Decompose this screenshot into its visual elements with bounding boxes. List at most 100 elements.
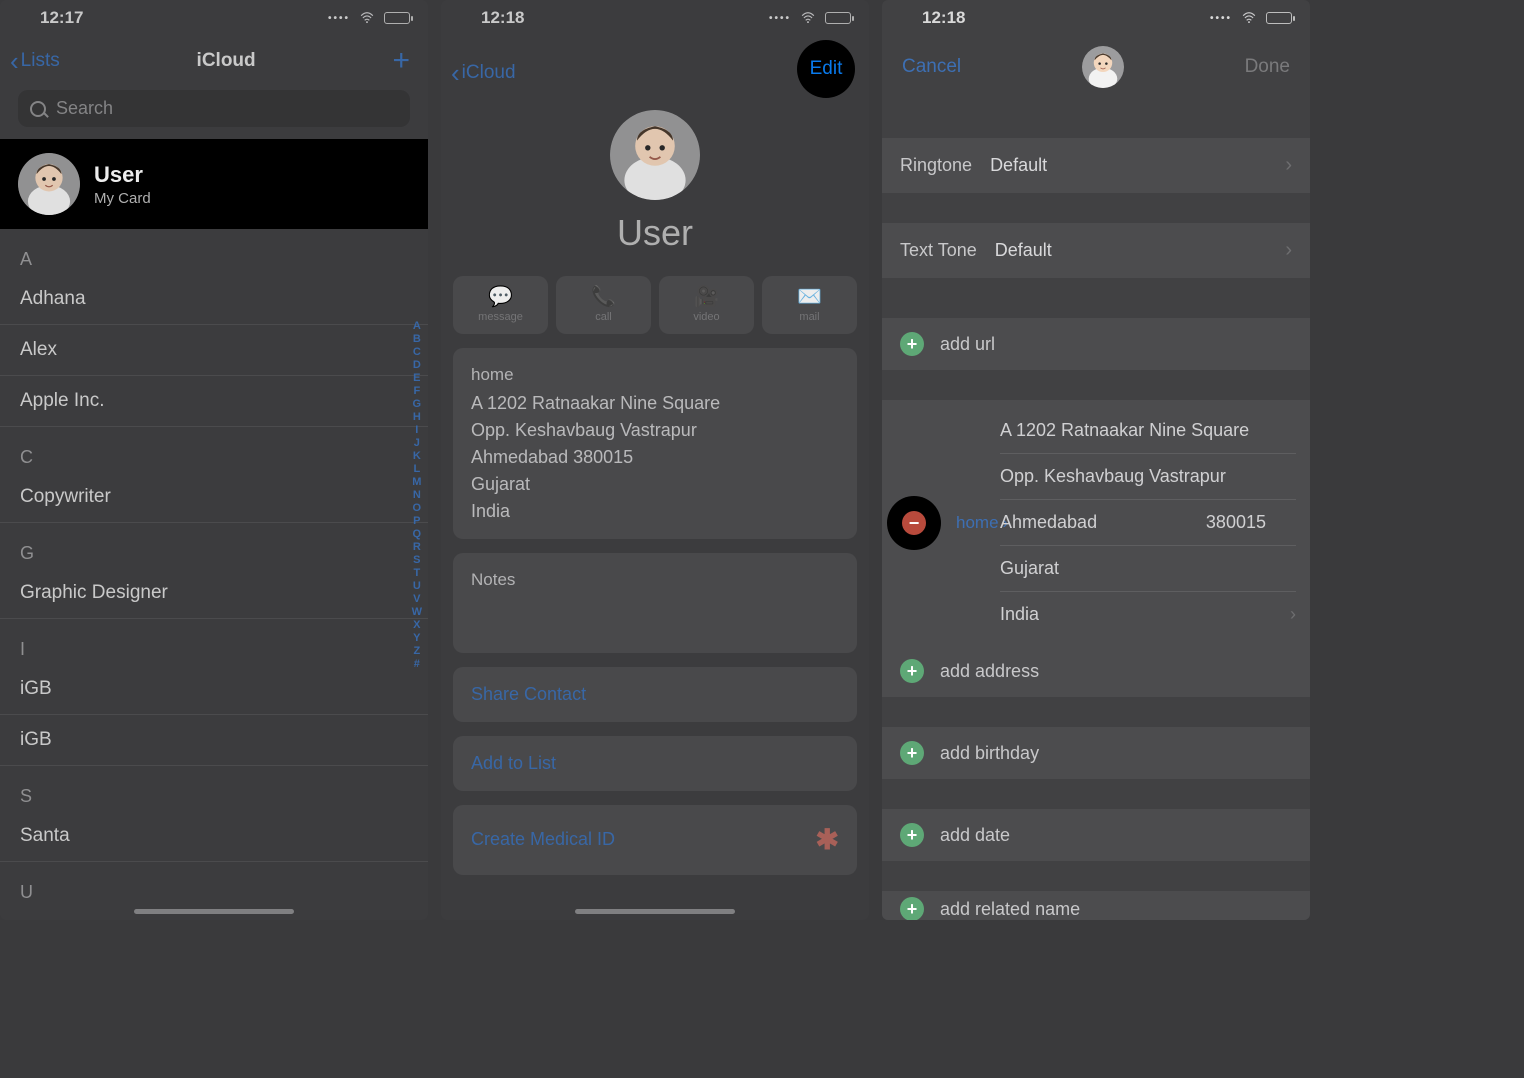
add-birthday-row[interactable]: + add birthday xyxy=(882,727,1310,779)
index-letter[interactable]: I xyxy=(412,424,422,437)
index-letter[interactable]: T xyxy=(412,567,422,580)
index-letter[interactable]: R xyxy=(412,541,422,554)
avatar xyxy=(610,110,700,200)
index-letter[interactable]: D xyxy=(412,359,422,372)
index-letter[interactable]: E xyxy=(412,372,422,385)
mail-icon: ✉️ xyxy=(797,287,822,307)
contact-row[interactable]: Copywriter xyxy=(0,472,428,523)
share-contact-button[interactable]: Share Contact xyxy=(453,667,857,722)
address-state-field[interactable]: Gujarat xyxy=(1000,546,1296,592)
create-medical-id-button[interactable]: Create Medical ID ✱ xyxy=(453,805,857,875)
cancel-button[interactable]: Cancel xyxy=(902,56,961,78)
cell-dots-icon: •••• xyxy=(1210,13,1232,24)
contact-detail-screen: 12:18 •••• ‹ iCloud Edit User xyxy=(441,0,869,920)
medical-id-icon: ✱ xyxy=(816,819,839,861)
index-letter[interactable]: Q xyxy=(412,528,422,541)
text-tone-row[interactable]: Text Tone Default › xyxy=(882,223,1310,278)
plus-icon: + xyxy=(900,823,924,847)
notes-card[interactable]: Notes xyxy=(453,553,857,653)
search-field[interactable]: Search xyxy=(18,90,410,127)
index-letter[interactable]: U xyxy=(412,580,422,593)
add-address-row[interactable]: + add address xyxy=(882,645,1310,697)
index-letter[interactable]: M xyxy=(412,476,422,489)
address-card[interactable]: home A 1202 Ratnaakar Nine Square Opp. K… xyxy=(453,348,857,539)
avatar[interactable] xyxy=(1082,46,1124,88)
video-button[interactable]: 🎥 video xyxy=(659,276,754,334)
done-button[interactable]: Done xyxy=(1245,56,1290,78)
contacts-list-screen: 12:17 •••• ‹ Lists iCloud + Search xyxy=(0,0,428,920)
add-related-name-row[interactable]: + add related name xyxy=(882,891,1310,920)
status-bar: 12:18 •••• xyxy=(441,0,869,34)
address-street2-field[interactable]: Opp. Keshavbaug Vastrapur xyxy=(1000,454,1296,500)
add-url-row[interactable]: + add url xyxy=(882,318,1310,370)
my-card-row[interactable]: User My Card xyxy=(0,139,428,229)
mail-button[interactable]: ✉️ mail xyxy=(762,276,857,334)
nav-bar: Cancel Done xyxy=(882,34,1310,98)
contact-row[interactable]: iGB xyxy=(0,664,428,715)
add-date-row[interactable]: + add date xyxy=(882,809,1310,861)
index-letter[interactable]: O xyxy=(412,502,422,515)
home-indicator xyxy=(575,909,735,914)
alpha-index[interactable]: ABCDEFGHIJKLMNOPQRSTUVWXYZ# xyxy=(412,320,422,671)
section-header: G xyxy=(0,523,428,568)
battery-icon xyxy=(825,12,851,24)
call-button[interactable]: 📞 call xyxy=(556,276,651,334)
index-letter[interactable]: N xyxy=(412,489,422,502)
contact-row[interactable]: iGB xyxy=(0,715,428,766)
add-to-list-button[interactable]: Add to List xyxy=(453,736,857,791)
contact-edit-screen: 12:18 •••• Cancel Done Ringtone Default … xyxy=(882,0,1310,920)
index-letter[interactable]: # xyxy=(412,658,422,671)
section-header: A xyxy=(0,229,428,274)
contact-row[interactable]: Santa xyxy=(0,811,428,862)
nav-bar: ‹ iCloud Edit xyxy=(441,34,869,110)
index-letter[interactable]: W xyxy=(412,606,422,619)
index-letter[interactable]: P xyxy=(412,515,422,528)
contact-row[interactable]: Apple Inc. xyxy=(0,376,428,427)
nav-title: iCloud xyxy=(197,50,256,72)
index-letter[interactable]: J xyxy=(412,437,422,450)
ringtone-row[interactable]: Ringtone Default › xyxy=(882,138,1310,193)
index-letter[interactable]: B xyxy=(412,333,422,346)
index-letter[interactable]: L xyxy=(412,463,422,476)
edit-button[interactable]: Edit xyxy=(797,40,855,98)
back-button[interactable]: ‹ Lists xyxy=(10,48,60,74)
plus-icon: + xyxy=(900,659,924,683)
address-country-field[interactable]: India › xyxy=(1000,592,1296,637)
delete-address-button[interactable]: − xyxy=(887,496,941,550)
wifi-icon xyxy=(358,11,376,25)
chevron-left-icon: ‹ xyxy=(451,60,460,86)
add-contact-button[interactable]: + xyxy=(392,44,410,78)
wifi-icon xyxy=(1240,11,1258,25)
message-button[interactable]: 💬 message xyxy=(453,276,548,334)
phone-icon: 📞 xyxy=(591,287,616,307)
index-letter[interactable]: C xyxy=(412,346,422,359)
back-label: iCloud xyxy=(462,62,516,84)
chevron-left-icon: ‹ xyxy=(10,48,19,74)
index-letter[interactable]: K xyxy=(412,450,422,463)
section-header: I xyxy=(0,619,428,664)
index-letter[interactable]: H xyxy=(412,411,422,424)
minus-icon: − xyxy=(902,511,926,535)
contact-row[interactable]: Alex xyxy=(0,325,428,376)
battery-icon xyxy=(1266,12,1292,24)
status-bar: 12:17 •••• xyxy=(0,0,428,34)
search-placeholder: Search xyxy=(56,98,113,119)
address-street1-field[interactable]: A 1202 Ratnaakar Nine Square xyxy=(1000,408,1296,454)
avatar xyxy=(18,153,80,215)
back-label: Lists xyxy=(21,50,60,72)
index-letter[interactable]: V xyxy=(412,593,422,606)
index-letter[interactable]: Z xyxy=(412,645,422,658)
back-button[interactable]: ‹ iCloud xyxy=(451,60,516,86)
index-letter[interactable]: F xyxy=(412,385,422,398)
status-time: 12:18 xyxy=(922,8,965,28)
index-letter[interactable]: A xyxy=(412,320,422,333)
address-city-zip-field[interactable]: Ahmedabad 380015 xyxy=(1000,500,1296,546)
index-letter[interactable]: Y xyxy=(412,632,422,645)
plus-icon: + xyxy=(900,332,924,356)
index-letter[interactable]: X xyxy=(412,619,422,632)
index-letter[interactable]: G xyxy=(412,398,422,411)
contact-row[interactable]: Adhana xyxy=(0,274,428,325)
index-letter[interactable]: S xyxy=(412,554,422,567)
contact-row[interactable]: Graphic Designer xyxy=(0,568,428,619)
home-indicator xyxy=(134,909,294,914)
